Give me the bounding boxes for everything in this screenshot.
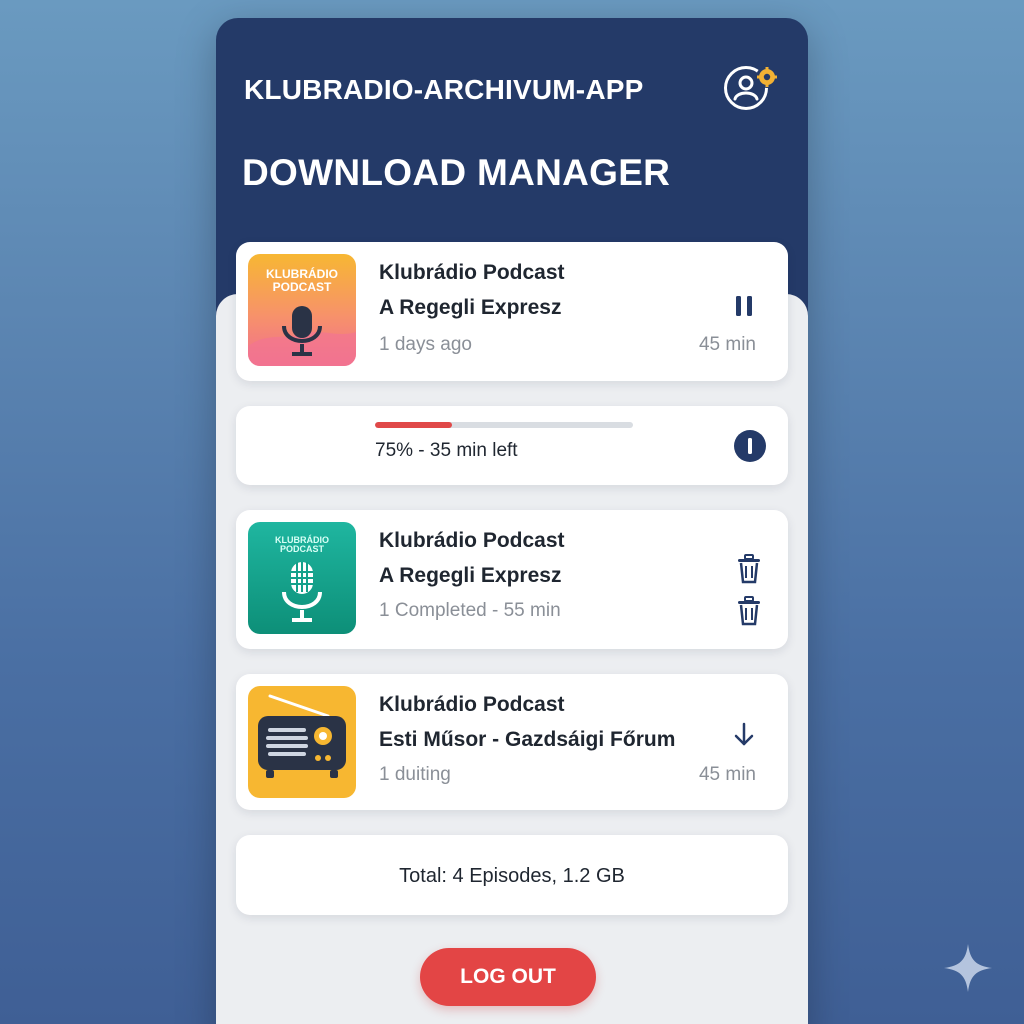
page-title: DOWNLOAD MANAGER — [242, 152, 671, 193]
podcast-title: Klubrádio Podcast — [379, 529, 565, 552]
download-item[interactable]: KLUBRÁDIO PODCAST Klubrádio Podcast A Re… — [236, 242, 788, 381]
stop-icon[interactable] — [734, 430, 766, 462]
cover-label: KLUBRÁDIO PODCAST — [275, 535, 329, 555]
podcast-cover-image — [248, 686, 356, 798]
trash-icon[interactable] — [736, 554, 762, 584]
download-arrow-icon[interactable] — [733, 722, 755, 748]
settings-gear-icon[interactable] — [756, 66, 778, 88]
episode-title: Esti Műsor - Gazdsáigi Főrum — [379, 728, 676, 751]
podcast-title: Klubrádio Podcast — [379, 261, 565, 284]
summary-card: Total: 4 Episodes, 1.2 GB — [236, 835, 788, 915]
progress-text: 75% - 35 min left — [375, 440, 518, 461]
cover-label: KLUBRÁDIO PODCAST — [266, 267, 338, 294]
episode-meta: 1 Completed - 55 min — [379, 600, 561, 621]
download-item[interactable]: KLUBRÁDIO PODCAST Klubrádio Podcast A Re… — [236, 510, 788, 649]
logout-button[interactable]: LOG OUT — [420, 948, 596, 1006]
episode-title: A Regegli Expresz — [379, 296, 562, 319]
app-window: KLUBRADIO-ARCHIVUM-APP DOWNLOAD MANAGER — [216, 18, 808, 1024]
episode-title: A Regegli Expresz — [379, 564, 562, 587]
progress-fill — [375, 422, 453, 428]
pause-icon[interactable] — [734, 294, 754, 318]
episode-duration: 45 min — [698, 334, 756, 355]
sparkle-icon — [944, 944, 992, 992]
episode-meta: 1 duiting — [379, 764, 451, 785]
progress-bar — [375, 422, 633, 428]
episode-duration: 45 min — [698, 764, 756, 785]
podcast-cover-image: KLUBRÁDIO PODCAST — [248, 522, 356, 634]
total-summary: Total: 4 Episodes, 1.2 GB — [399, 865, 625, 887]
download-item[interactable]: Klubrádio Podcast Esti Műsor - Gazdsáigi… — [236, 674, 788, 810]
podcast-title: Klubrádio Podcast — [379, 693, 565, 716]
podcast-cover-image: KLUBRÁDIO PODCAST — [248, 254, 356, 366]
download-progress-card: 75% - 35 min left — [236, 406, 788, 485]
episode-meta: 1 days ago — [379, 334, 472, 355]
trash-icon[interactable] — [736, 596, 762, 626]
app-title: KLUBRADIO-ARCHIVUM-APP — [244, 74, 644, 105]
